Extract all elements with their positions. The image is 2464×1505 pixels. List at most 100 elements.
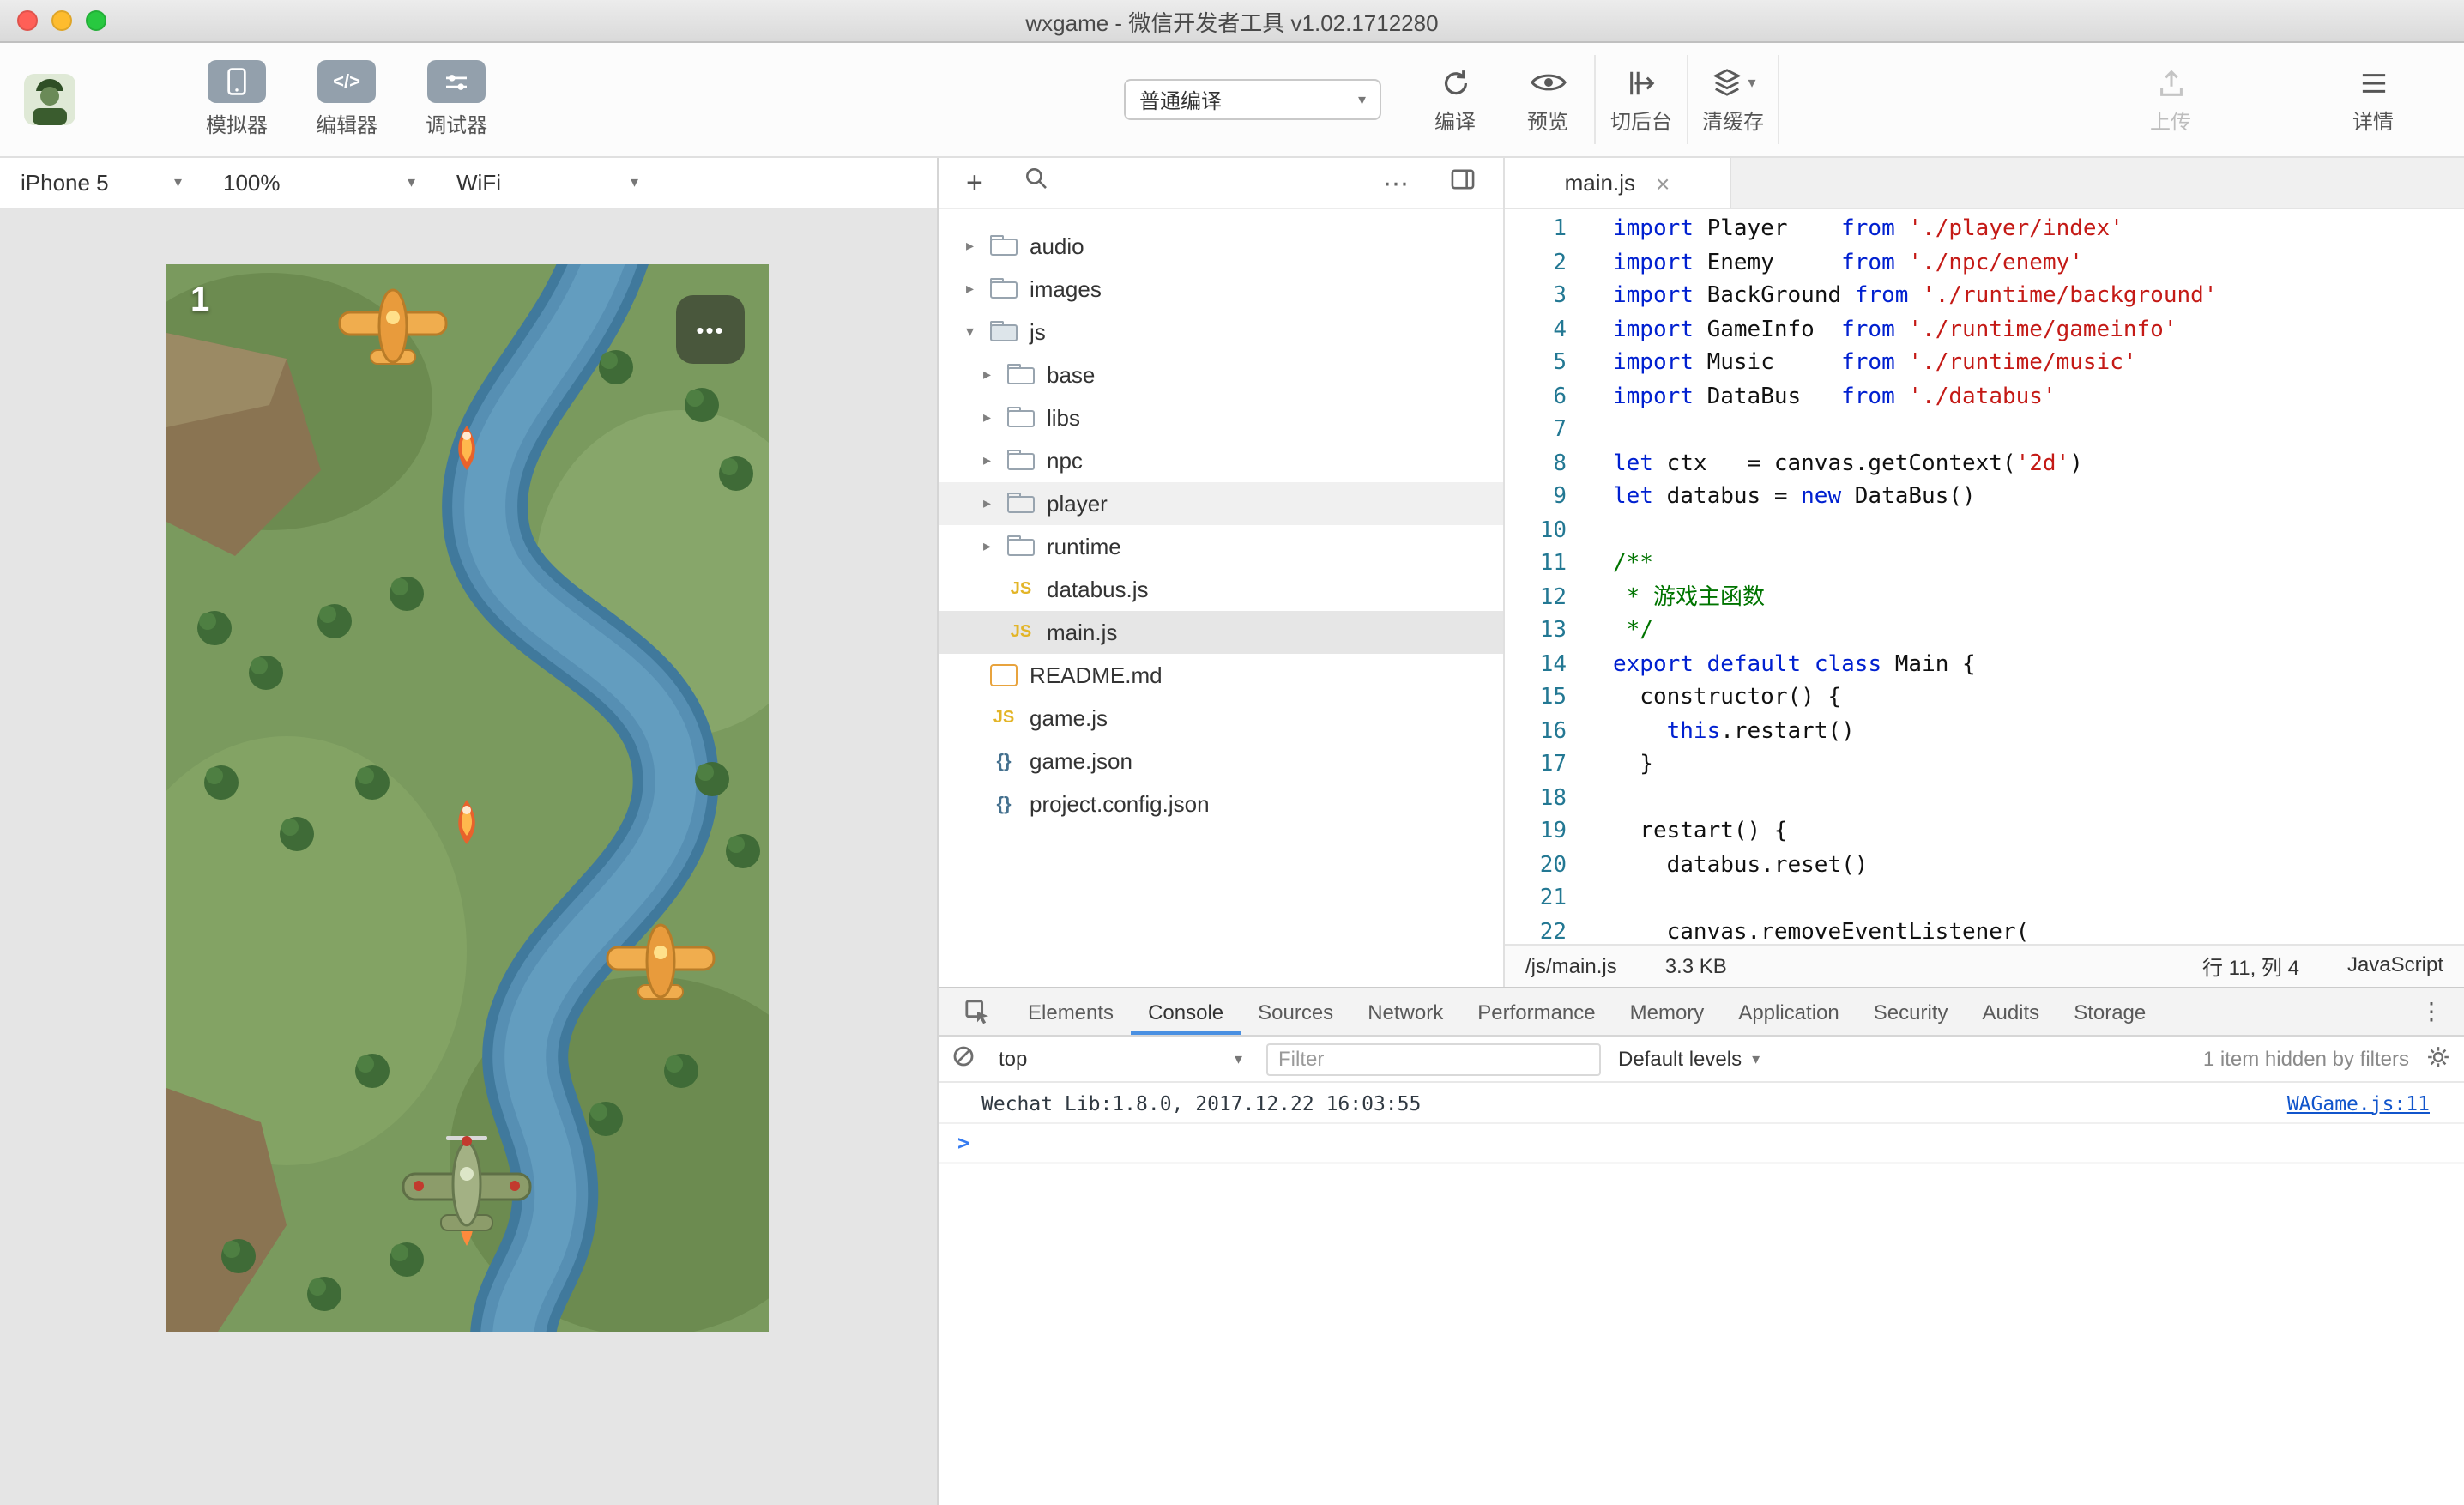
devtools-panel: Elements Console Sources Network Performance…	[939, 987, 2464, 1505]
devtools-tab-elements[interactable]: Elements	[1011, 988, 1131, 1035]
console-source-link[interactable]: WAGame.js:11	[2287, 1091, 2430, 1115]
console-filter-input[interactable]	[1266, 1043, 1601, 1075]
zoom-window-button[interactable]	[86, 10, 106, 31]
code-line-4[interactable]: 4 import GameInfo from './runtime/gameinf…	[1505, 313, 2464, 347]
code-line-7[interactable]: 7	[1505, 414, 2464, 447]
tree-item-libs[interactable]: ▸ libs	[939, 396, 1503, 439]
code-line-15[interactable]: 15 constructor() {	[1505, 681, 2464, 715]
network-select[interactable]: WiFi ▾	[436, 158, 659, 208]
clear-cache-button[interactable]: ▾ 清缓存	[1687, 55, 1779, 144]
compile-mode-select[interactable]: 普通编译 ▾	[1124, 79, 1381, 120]
tree-item-runtime[interactable]: ▸ runtime	[939, 525, 1503, 568]
search-icon[interactable]	[1024, 166, 1048, 199]
chevron-right-icon[interactable]: ▸	[983, 366, 1007, 384]
compile-button[interactable]: 编译	[1409, 55, 1501, 144]
chevron-right-icon[interactable]: ▸	[983, 408, 1007, 427]
code-line-8[interactable]: 8 let ctx = canvas.getContext('2d')	[1505, 447, 2464, 481]
tree-item-player[interactable]: ▸ player	[939, 482, 1503, 525]
tree-item-audio[interactable]: ▸ audio	[939, 225, 1503, 268]
folder-icon	[1007, 449, 1035, 469]
code-line-5[interactable]: 5 import Music from './runtime/music'	[1505, 347, 2464, 380]
devtools-tab-console[interactable]: Console	[1131, 988, 1241, 1035]
minimize-window-button[interactable]	[51, 10, 72, 31]
code-line-19[interactable]: 19 restart() {	[1505, 815, 2464, 849]
preview-button[interactable]: 预览	[1501, 55, 1594, 144]
close-window-button[interactable]	[17, 10, 38, 31]
collapse-panel-icon[interactable]	[1450, 167, 1476, 198]
tree-item-js[interactable]: ▾ js	[939, 311, 1503, 354]
devtools-tab-sources[interactable]: Sources	[1241, 988, 1350, 1035]
tree-item-base[interactable]: ▸ base	[939, 354, 1503, 396]
line-number: 4	[1553, 317, 1567, 342]
log-levels-select[interactable]: Default levels ▾	[1618, 1047, 1760, 1071]
devtools-tab-performance[interactable]: Performance	[1460, 988, 1612, 1035]
code-line-17[interactable]: 17 }	[1505, 748, 2464, 782]
tree-item-main-js[interactable]: JS main.js	[939, 611, 1503, 654]
simulator-button[interactable]: 模拟器	[206, 60, 268, 139]
code-line-1[interactable]: 1 import Player from './player/index'	[1505, 213, 2464, 246]
tree-item-npc[interactable]: ▸ npc	[939, 439, 1503, 482]
devtools-menu-icon[interactable]: ⋮	[2399, 997, 2464, 1026]
chevron-right-icon[interactable]: ▸	[983, 494, 1007, 513]
code-line-21[interactable]: 21	[1505, 882, 2464, 916]
code-lines[interactable]: 1 import Player from './player/index' 2 imp…	[1505, 209, 2464, 944]
device-select[interactable]: iPhone 5 ▾	[0, 158, 202, 208]
tree-item-README-md[interactable]: README.md	[939, 654, 1503, 697]
tree-item-project-config-json[interactable]: {} project.config.json	[939, 783, 1503, 825]
game-menu-button[interactable]: •••	[676, 295, 745, 364]
language-mode[interactable]: JavaScript	[2347, 952, 2443, 981]
chevron-right-icon[interactable]: ▸	[966, 280, 990, 299]
code-line-3[interactable]: 3 import BackGround from './runtime/backg…	[1505, 280, 2464, 313]
devtools-tab-application[interactable]: Application	[1721, 988, 1856, 1035]
tree-item-databus-js[interactable]: JS databus.js	[939, 568, 1503, 611]
upload-button[interactable]: 上传	[2124, 55, 2217, 144]
devtools-tab-security[interactable]: Security	[1857, 988, 1966, 1035]
devtools-tab-memory[interactable]: Memory	[1613, 988, 1722, 1035]
clear-console-icon[interactable]	[952, 1045, 975, 1073]
code-line-22[interactable]: 22 canvas.removeEventListener(	[1505, 916, 2464, 944]
execution-context-select[interactable]: top ▾	[992, 1047, 1249, 1071]
user-avatar[interactable]	[24, 74, 75, 125]
code-line-6[interactable]: 6 import DataBus from './databus'	[1505, 380, 2464, 414]
line-number: 14	[1539, 651, 1567, 677]
add-file-icon[interactable]: +	[966, 168, 983, 197]
tree-item-game-json[interactable]: {} game.json	[939, 740, 1503, 783]
simulator-panel: iPhone 5 ▾ 100% ▾ WiFi ▾ 1 •••	[0, 158, 939, 1505]
console-empty-area[interactable]	[939, 1164, 2464, 1505]
zoom-select[interactable]: 100% ▾	[202, 158, 436, 208]
editor-status-bar: /js/main.js 3.3 KB 行 11, 列 4 JavaScript	[1505, 944, 2464, 987]
code-line-10[interactable]: 10	[1505, 514, 2464, 547]
code-line-18[interactable]: 18	[1505, 782, 2464, 815]
tree-item-images[interactable]: ▸ images	[939, 268, 1503, 311]
editor-button[interactable]: </> 编辑器	[316, 60, 377, 139]
code-line-13[interactable]: 13 */	[1505, 614, 2464, 648]
code-line-2[interactable]: 2 import Enemy from './npc/enemy'	[1505, 246, 2464, 280]
devtools-tab-storage[interactable]: Storage	[2056, 988, 2163, 1035]
code-line-11[interactable]: 11/**	[1505, 547, 2464, 581]
chevron-right-icon[interactable]: ▸	[966, 237, 990, 256]
code-line-12[interactable]: 12 * 游戏主函数	[1505, 581, 2464, 614]
code-line-20[interactable]: 20 databus.reset()	[1505, 849, 2464, 882]
code-line-14[interactable]: 14 export default class Main {	[1505, 648, 2464, 681]
console-settings-icon[interactable]	[2426, 1044, 2450, 1073]
chevron-right-icon[interactable]: ▸	[983, 451, 1007, 470]
switch-background-button[interactable]: 切后台	[1594, 55, 1687, 144]
code-line-16[interactable]: 16 this.restart()	[1505, 715, 2464, 748]
devtools-tab-audits[interactable]: Audits	[1965, 988, 2056, 1035]
tab-main-js[interactable]: main.js ×	[1505, 158, 1731, 208]
inspect-element-icon[interactable]	[952, 988, 1000, 1035]
chevron-down-icon[interactable]: ▾	[966, 323, 990, 341]
chevron-right-icon[interactable]: ▸	[983, 537, 1007, 556]
file-tree: ▸ audio ▸ images ▾ js ▸ base ▸ libs ▸ npc ▸ player ▸ ru…	[939, 209, 1503, 987]
code-line-9[interactable]: 9 let databus = new DataBus()	[1505, 481, 2464, 514]
code-editor-panel: main.js × 1 import Player from './player/…	[1505, 158, 2464, 987]
close-icon[interactable]: ×	[1656, 169, 1670, 196]
game-preview[interactable]: 1 •••	[166, 264, 769, 1332]
debugger-button[interactable]: 调试器	[426, 60, 487, 139]
details-button[interactable]: 详情	[2327, 55, 2419, 144]
devtools-tab-network[interactable]: Network	[1350, 988, 1460, 1035]
console-input-row[interactable]: >	[939, 1124, 2464, 1164]
more-options-icon[interactable]: ⋯	[1383, 167, 1409, 198]
tree-item-game-js[interactable]: JS game.js	[939, 697, 1503, 740]
line-number: 15	[1539, 685, 1567, 710]
